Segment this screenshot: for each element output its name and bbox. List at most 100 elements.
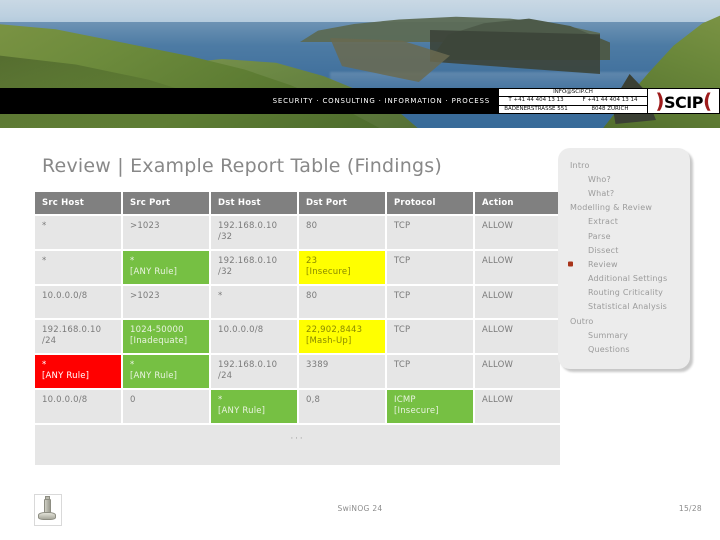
contact-email: INFO@SCIP.CH	[499, 89, 647, 96]
cell-line: TCP	[394, 291, 466, 302]
table-cell: *[ANY Rule]	[211, 390, 297, 423]
agenda-item-label: Summary	[588, 331, 628, 340]
cell-line: 22,902,8443	[306, 325, 378, 336]
cell-line: 3389	[306, 360, 378, 371]
contact-address-row: BADENERSTRASSE 551 8048 ZÜRICH	[499, 106, 647, 113]
cell-line: [Mash-Up]	[306, 336, 378, 347]
table-cell: 22,902,8443[Mash-Up]	[299, 320, 385, 353]
cell-line: 192.168.0.10	[42, 325, 114, 336]
agenda-item-extract[interactable]: Extract	[564, 215, 684, 229]
agenda-item-additional-settings[interactable]: Additional Settings	[564, 272, 684, 286]
cell-line: 80	[306, 291, 378, 302]
agenda-item-label: Parse	[588, 232, 611, 241]
cell-line: 1024-50000	[130, 325, 202, 336]
cell-line: 10.0.0.0/8	[218, 325, 290, 336]
table-cell: 1024-50000[Inadequate]	[123, 320, 209, 353]
agenda-item-label: Intro	[570, 161, 590, 170]
agenda-item-label: Who?	[588, 175, 611, 184]
column-header-dst-host[interactable]: Dst Host	[211, 192, 297, 214]
cell-line: *	[42, 360, 114, 371]
table-cell: 80	[299, 286, 385, 318]
table-header-row: Src HostSrc PortDst HostDst PortProtocol…	[35, 192, 560, 214]
cell-line: 0,8	[306, 395, 378, 406]
current-slide-bullet-icon	[568, 262, 573, 267]
table-cell: TCP	[387, 320, 473, 353]
agenda-item-outro[interactable]: Outro	[564, 314, 684, 328]
agenda-item-statistical-analysis[interactable]: Statistical Analysis	[564, 300, 684, 314]
agenda-item-label: What?	[588, 189, 614, 198]
cell-line: *	[130, 256, 202, 267]
column-header-protocol[interactable]: Protocol	[387, 192, 473, 214]
table-row: *>1023192.168.0.10/3280TCPALLOW	[35, 216, 560, 249]
contact-fax: F +41 44 404 13 14	[573, 97, 647, 104]
cell-line: [Inadequate]	[130, 336, 202, 347]
table-cell: TCP	[387, 251, 473, 284]
agenda-item-label: Modelling & Review	[570, 203, 652, 212]
table-row: 192.168.0.10/24 1024-50000[Inadequate] 10.…	[35, 320, 560, 353]
agenda-item-who[interactable]: Who?	[564, 172, 684, 186]
table-row: 10.0.0.0/8 0 *[ANY Rule] 0,8 ICMP[Insecure] A…	[35, 390, 560, 423]
contact-street: BADENERSTRASSE 551	[499, 106, 573, 113]
footer-page-number: 15/28	[679, 504, 702, 513]
cell-line: TCP	[394, 325, 466, 336]
agenda-item-summary[interactable]: Summary	[564, 328, 684, 342]
cell-line: ALLOW	[482, 325, 553, 336]
logo-paren-left-icon: )	[655, 89, 664, 113]
cell-line: 192.168.0.10	[218, 360, 290, 371]
cell-line: [ANY Rule]	[130, 371, 202, 382]
cell-line: ALLOW	[482, 291, 553, 302]
cell-line: /32	[218, 232, 290, 243]
table-cell: 23[Insecure]	[299, 251, 385, 284]
agenda-item-questions[interactable]: Questions	[564, 342, 684, 356]
agenda-item-what[interactable]: What?	[564, 186, 684, 200]
column-header-src-host[interactable]: Src Host	[35, 192, 121, 214]
table-cell: 10.0.0.0/8	[35, 286, 121, 318]
agenda-item-modelling-review[interactable]: Modelling & Review	[564, 201, 684, 215]
table-cell: ALLOW	[475, 251, 560, 284]
table-cell: ALLOW	[475, 286, 560, 318]
cell-line: 192.168.0.10	[218, 256, 290, 267]
agenda-item-routing-criticality[interactable]: Routing Criticality	[564, 286, 684, 300]
table-more-indicator: ···	[35, 425, 560, 465]
agenda-item-label: Dissect	[588, 246, 619, 255]
cell-line: 0	[130, 395, 202, 406]
agenda-item-dissect[interactable]: Dissect	[564, 243, 684, 257]
table-cell: TCP	[387, 286, 473, 318]
cell-line: 80	[306, 221, 378, 232]
agenda-item-intro[interactable]: Intro	[564, 158, 684, 172]
cell-line: [Insecure]	[394, 406, 466, 417]
cell-line: [ANY Rule]	[218, 406, 290, 417]
column-header-src-port[interactable]: Src Port	[123, 192, 209, 214]
cell-line: >1023	[130, 221, 202, 232]
cell-line: *	[42, 256, 114, 267]
cell-line: ALLOW	[482, 395, 553, 406]
cell-line: ALLOW	[482, 221, 553, 232]
cell-line: *	[218, 291, 290, 302]
table-row: **[ANY Rule]192.168.0.10/3223[Insecure]T…	[35, 251, 560, 284]
table-cell: *	[35, 216, 121, 249]
findings-table: Src HostSrc PortDst HostDst PortProtocol…	[33, 190, 562, 467]
column-header-action[interactable]: Action	[475, 192, 560, 214]
cell-line: [ANY Rule]	[130, 267, 202, 278]
logo-wordmark: SCIP	[664, 93, 703, 112]
cell-line: [Insecure]	[306, 267, 378, 278]
agenda-sidebar[interactable]: Intro Who? What? Modelling & Review Extract P…	[558, 148, 690, 369]
cell-line: *	[130, 360, 202, 371]
table-cell: *[ANY Rule]	[123, 355, 209, 388]
corporate-tagline: SECURITY · CONSULTING · INFORMATION · PR…	[273, 97, 490, 105]
agenda-item-review[interactable]: Review	[564, 257, 684, 271]
cell-line: ICMP	[394, 395, 466, 406]
table-cell: 10.0.0.0/8	[35, 390, 121, 423]
table-cell: ICMP[Insecure]	[387, 390, 473, 423]
column-header-dst-port[interactable]: Dst Port	[299, 192, 385, 214]
cell-line: TCP	[394, 221, 466, 232]
table-cell: >1023	[123, 216, 209, 249]
scip-logo: )SCIP(	[648, 88, 720, 114]
agenda-item-parse[interactable]: Parse	[564, 229, 684, 243]
cell-line: [ANY Rule]	[42, 371, 114, 382]
agenda-item-label: Statistical Analysis	[588, 302, 667, 311]
cell-line: *	[218, 395, 290, 406]
agenda-item-label: Questions	[588, 345, 630, 354]
table-cell: 0,8	[299, 390, 385, 423]
cell-line: /24	[42, 336, 114, 347]
